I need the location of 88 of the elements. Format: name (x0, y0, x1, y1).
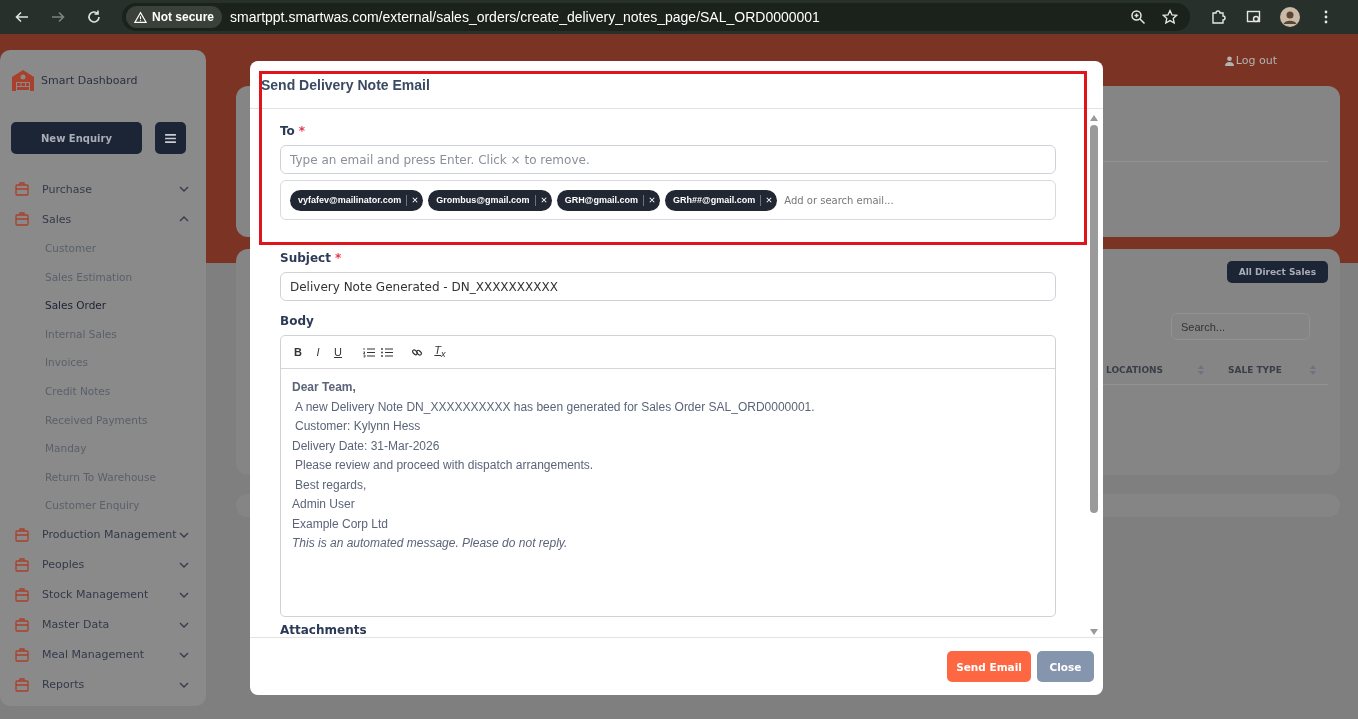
email-input-field[interactable]: Type an email and press Enter. Click × to remove. (280, 145, 1056, 174)
user-icon (1224, 55, 1234, 66)
remove-icon[interactable] (648, 197, 655, 203)
email-chip[interactable]: GRH@gmail.com (556, 189, 660, 211)
subject-field[interactable]: Delivery Note Generated - DN_XXXXXXXXXX (280, 272, 1056, 301)
avatar-icon[interactable] (1280, 7, 1300, 27)
url-text: smartppt.smartwas.com/external/sales_orders/create_delivery_notes_page/SAL_ORD0000001 (230, 9, 820, 25)
column-header[interactable]: SALE TYPE (1228, 365, 1282, 375)
email-chip[interactable]: Grombus@gmail.com (428, 189, 552, 211)
sidebar-subitem[interactable]: Sales Order (11, 291, 189, 320)
format-button[interactable]: I (311, 346, 325, 358)
sidebar-item[interactable]: Reports (11, 669, 189, 700)
logout-link[interactable]: Log out (1224, 54, 1277, 67)
email-chip[interactable]: vyfafev@mailinator.com (290, 189, 424, 211)
warehouse-icon (11, 68, 35, 92)
body-text-line: Admin User (292, 496, 356, 513)
email-chip[interactable]: GRh##@gmail.com (664, 189, 778, 211)
chevron-icon (179, 531, 189, 538)
forward-icon[interactable] (50, 9, 66, 25)
field-label: To (280, 124, 295, 138)
chevron-icon (179, 561, 189, 568)
clear-format-button[interactable]: T$_{x}$ (433, 344, 447, 360)
body-text-line: Customer: Kylynn Hess (294, 418, 422, 435)
module-icon (15, 557, 29, 572)
body-text-line: This is an automated message. Please do not reply. (292, 535, 569, 552)
sidebar-item[interactable]: Meal Management (11, 639, 189, 670)
remove-icon[interactable] (412, 197, 419, 203)
security-chip[interactable]: Not secure (126, 6, 223, 28)
brand-name: Smart Dashboard (41, 73, 138, 87)
body-text-line: Please review and proceed with dispatch arrangements. (294, 457, 595, 474)
chevron-icon (179, 591, 189, 598)
chevron-icon (179, 621, 189, 628)
sidebar-item[interactable]: Purchase (11, 174, 189, 204)
recipients-field[interactable]: vyfafev@mailinator.com Grombus@gmail.com GRH@gmail.com GRh##@gmail.com Add or search email... (280, 180, 1056, 220)
body-text-line: Dear Team, (292, 379, 357, 396)
menu-button[interactable] (155, 122, 186, 154)
dialog-title: Send Delivery Note Email (261, 76, 430, 93)
chevron-icon (179, 216, 189, 222)
body-text-line: Delivery Date: 31-Mar-2026 (292, 437, 441, 455)
body-text-line: A new Delivery Note DN_XXXXXXXXXX has been generated for Sales Order SAL_ORD0000001. (294, 398, 816, 416)
sidebar-item[interactable]: Sales (11, 204, 189, 234)
link-icon[interactable] (411, 346, 423, 358)
module-icon (15, 212, 29, 226)
chevron-icon (179, 186, 189, 192)
sidebar-item[interactable]: Production Management (11, 519, 189, 550)
all-direct-sales-button[interactable]: All Direct Sales (1226, 261, 1328, 283)
security-label: Not secure (152, 10, 215, 24)
star-icon[interactable] (1162, 9, 1178, 25)
back-icon[interactable] (14, 9, 30, 25)
close-button[interactable]: Close (1037, 651, 1094, 682)
remove-icon[interactable] (540, 197, 547, 203)
module-icon (15, 587, 29, 602)
puzzle-icon[interactable] (1210, 9, 1226, 25)
body-text-line: Best regards, (294, 476, 368, 494)
field-label: Subject (280, 251, 331, 265)
column-header[interactable]: LOCATIONS (1106, 365, 1164, 375)
field-label: Attachments (280, 623, 367, 637)
numbered-list-icon[interactable] (363, 346, 375, 358)
module-icon (15, 527, 29, 542)
required-mark: * (298, 124, 306, 138)
zoom-icon[interactable] (1130, 9, 1146, 25)
format-button[interactable]: B (291, 346, 305, 358)
bullet-list-icon[interactable] (381, 346, 393, 358)
reload-icon[interactable] (86, 9, 102, 25)
address-bar[interactable]: Not secure smartppt.smartwas.com/external/sales_orders/create_delivery_notes_page/SAL_ORD0000001 (122, 3, 1190, 31)
sidebar-item[interactable]: Peoples (11, 549, 189, 580)
chevron-icon (179, 681, 189, 688)
new-enquiry-button[interactable]: New Enquiry (11, 122, 142, 154)
remove-icon[interactable] (766, 197, 773, 203)
tab-search-icon[interactable] (1246, 9, 1262, 25)
sidebar-item[interactable]: Master Data (11, 609, 189, 640)
module-icon (15, 182, 29, 196)
module-icon (15, 677, 29, 692)
module-icon (15, 617, 29, 632)
send-email-button[interactable]: Send Email (947, 651, 1031, 682)
chevron-icon (179, 651, 189, 658)
search-field[interactable]: Search... (1171, 313, 1310, 340)
format-button[interactable]: U (331, 346, 345, 358)
scrollbar-thumb[interactable] (1090, 125, 1098, 513)
menu-icon (165, 133, 176, 143)
sidebar-item[interactable]: Stock Management (11, 579, 189, 610)
module-icon (15, 647, 29, 662)
body-text-line: Example Corp Ltd (292, 515, 390, 533)
field-label: Body (280, 314, 314, 328)
required-mark: * (334, 251, 342, 265)
warning-icon (134, 10, 147, 24)
scroll-up-icon[interactable] (1090, 115, 1098, 121)
scroll-down-icon[interactable] (1090, 629, 1098, 635)
